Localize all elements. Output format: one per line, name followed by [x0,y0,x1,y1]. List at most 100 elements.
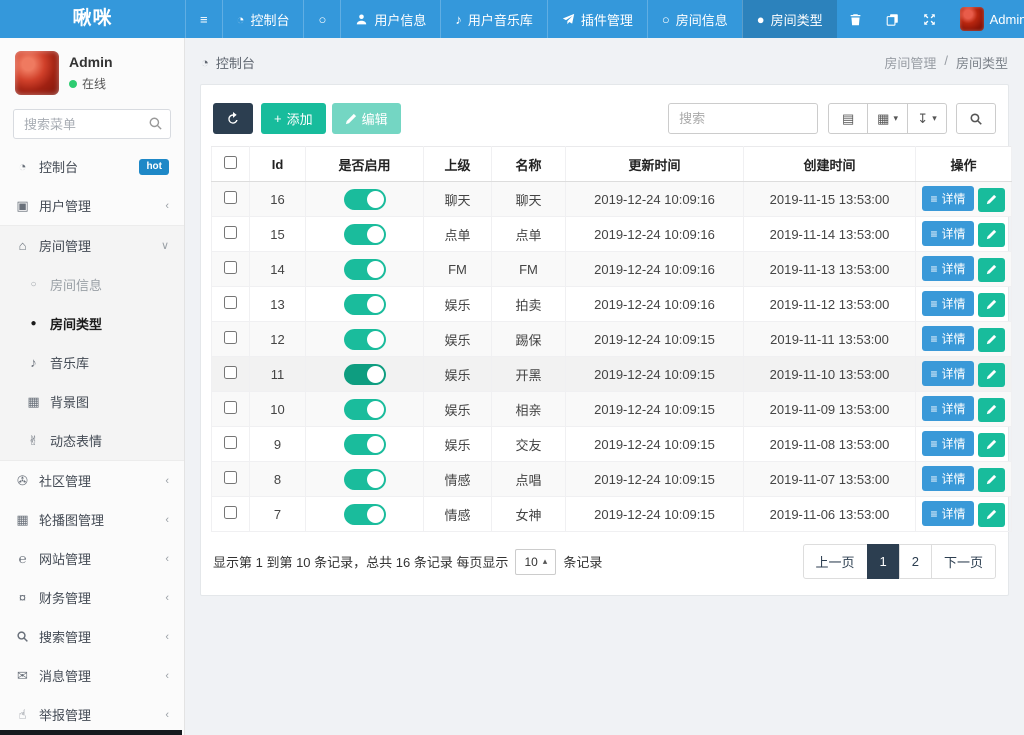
add-button[interactable]: + 添加 [261,103,326,134]
hand-peace-icon: ✌ [28,433,39,448]
toolbar-right: ▤ ▦ ▾ ↧ ▾ [668,103,996,134]
detail-button[interactable]: ≡ 详情 [922,326,974,352]
brand-logo[interactable]: 啾咪 [0,0,185,38]
nav-item-room-type[interactable]: ● 房间类型 [741,0,837,38]
select-all-checkbox[interactable] [224,156,237,169]
user-menu[interactable]: Admin [948,0,1024,38]
sidebar-item-dashboard[interactable]: ◔ 控制台 hot [0,147,184,186]
row-edit-button[interactable] [977,292,1005,317]
detail-button[interactable]: ≡ 详情 [922,396,974,422]
select-checkbox[interactable] [224,436,237,449]
enabled-toggle[interactable] [343,188,386,210]
sidebar-subitem-background[interactable]: ▦ 背景图 [0,382,184,421]
sidebar-subitem-music-lib[interactable]: ♪ 音乐库 [0,343,184,382]
sidebar-item-user-mgmt[interactable]: ▣ 用户管理 ‹ [0,186,184,225]
nav-item-user-music[interactable]: ♪ 用户音乐库 [440,0,547,38]
enabled-toggle[interactable] [343,328,386,350]
cell-updated: 2019-12-24 10:09:16 [565,251,744,287]
search-icon [970,112,982,125]
table-row: 15 点单 点单 2019-12-24 10:09:16 2019-11-14 … [211,216,1012,252]
refresh-button[interactable] [213,103,253,134]
row-edit-button[interactable] [977,397,1005,422]
select-checkbox[interactable] [224,296,237,309]
prev-page-button[interactable]: 上一页 [802,544,868,579]
edit-button[interactable]: 编辑 [331,103,401,134]
cell-created: 2019-11-10 13:53:00 [743,356,916,392]
page-size-dropdown[interactable]: 10 ▴ [515,548,557,575]
select-checkbox[interactable] [224,506,237,519]
page-1-button[interactable]: 1 [866,544,900,579]
list-icon: ≡ [930,471,938,486]
sidebar-subitem-room-info[interactable]: ○ 房间信息 [0,265,184,304]
sidebar-subitem-room-type[interactable]: ● 房间类型 [0,304,184,343]
col-header-updated: 更新时间 [565,146,744,182]
fullscreen-button[interactable] [911,0,948,38]
row-edit-button[interactable] [977,187,1005,212]
next-page-button[interactable]: 下一页 [930,544,996,579]
row-edit-button[interactable] [977,257,1005,282]
detail-button[interactable]: ≡ 详情 [922,431,974,457]
money-icon: ¤ [18,590,27,605]
sidebar-item-carousel[interactable]: ▦ 轮播图管理 ‹ [0,500,184,539]
pagination-switch-button[interactable]: ▤ [828,103,869,134]
row-edit-button[interactable] [977,327,1005,352]
select-checkbox[interactable] [224,366,237,379]
row-edit-button[interactable] [977,432,1005,457]
detail-button[interactable]: ≡ 详情 [922,291,974,317]
nav-item-circle[interactable]: ○ [303,0,340,38]
detail-button[interactable]: ≡ 详情 [922,501,974,527]
nav-item-plugins[interactable]: 插件管理 [546,0,647,38]
select-checkbox[interactable] [224,471,237,484]
table-row: 11 娱乐 开黑 2019-12-24 10:09:15 2019-11-10 … [211,356,1012,392]
export-button[interactable]: ↧ ▾ [907,103,947,134]
nav-item-dashboard[interactable]: ◔ 控制台 [221,0,304,38]
enabled-toggle[interactable] [343,468,386,490]
detail-button[interactable]: ≡ 详情 [922,186,974,212]
select-checkbox[interactable] [224,401,237,414]
clear-cache-button[interactable] [874,0,911,38]
select-checkbox[interactable] [224,226,237,239]
sidebar-item-finance[interactable]: ¤ 财务管理 ‹ [0,578,184,617]
search-button[interactable] [956,103,996,134]
trash-button[interactable] [837,0,874,38]
enabled-toggle[interactable] [343,503,386,525]
select-checkbox[interactable] [224,331,237,344]
enabled-toggle[interactable] [343,258,386,280]
select-checkbox[interactable] [224,191,237,204]
sidebar-item-website[interactable]: ℮ 网站管理 ‹ [0,539,184,578]
select-checkbox[interactable] [224,261,237,274]
page-2-button[interactable]: 2 [898,544,932,579]
detail-button[interactable]: ≡ 详情 [922,221,974,247]
chevron-left-icon: ‹ [165,708,169,721]
breadcrumb-parent[interactable]: 房间管理 [884,53,936,72]
detail-button[interactable]: ≡ 详情 [922,466,974,492]
row-edit-button[interactable] [977,222,1005,247]
sidebar-item-room-mgmt[interactable]: ⌂ 房间管理 ∨ [0,226,184,265]
detail-button[interactable]: ≡ 详情 [922,256,974,282]
table-row: 7 情感 女神 2019-12-24 10:09:15 2019-11-06 1… [211,496,1012,532]
enabled-toggle[interactable] [343,433,386,455]
nav-item-user-info[interactable]: 用户信息 [340,0,440,38]
sidebar-item-reports[interactable]: ☝ 举报管理 ‹ [0,695,184,734]
list-icon: ≡ [930,261,938,276]
cell-created: 2019-11-11 13:53:00 [743,321,916,357]
enabled-toggle[interactable] [343,398,386,420]
pencil-icon [986,439,996,450]
sidebar-item-messages[interactable]: ✉ 消息管理 ‹ [0,656,184,695]
table-search-input[interactable] [668,103,819,134]
sidebar-item-community[interactable]: ✇ 社区管理 ‹ [0,461,184,500]
sidebar-subitem-emoji[interactable]: ✌ 动态表情 [0,421,184,460]
enabled-toggle[interactable] [343,293,386,315]
enabled-toggle[interactable] [343,223,386,245]
row-edit-button[interactable] [977,362,1005,387]
row-edit-button[interactable] [977,467,1005,492]
row-edit-button[interactable] [977,502,1005,527]
sidebar-item-search-mgmt[interactable]: 搜索管理 ‹ [0,617,184,656]
detail-button-label: 详情 [941,227,966,242]
sidebar-toggle-button[interactable]: ≡ [185,0,222,38]
table-row: 8 情感 点唱 2019-12-24 10:09:15 2019-11-07 1… [211,461,1012,497]
columns-button[interactable]: ▦ ▾ [867,103,908,134]
enabled-toggle[interactable] [343,363,386,385]
detail-button[interactable]: ≡ 详情 [922,361,974,387]
nav-item-room-info[interactable]: ○ 房间信息 [646,0,742,38]
